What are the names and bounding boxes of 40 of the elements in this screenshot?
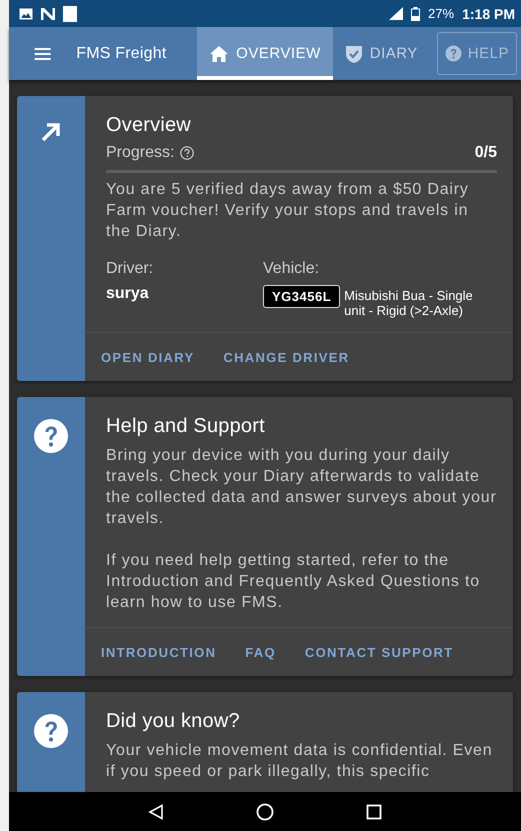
help-icon [33,418,69,454]
vehicle-label: Vehicle: [263,260,320,278]
card-text: Your vehicle movement data is confidential. Even if you speed or park illegally, this specific [106,741,494,782]
arrow-icon [40,121,62,143]
home-icon [210,46,228,62]
card-title: Overview [106,113,192,138]
help-icon[interactable] [180,146,194,160]
menu-icon[interactable] [32,48,54,60]
signal-icon [389,7,404,20]
license-plate: YG3456L [263,285,340,308]
recent-apps-icon[interactable] [366,804,382,820]
tab[interactable]: DIARY [332,27,430,80]
driver-name: surya [106,285,149,302]
card-text: If you need help getting started, refer to the Introduction and Frequently Asked Questions to learn how to use FMS. [106,551,481,613]
app-title: FMS Freight [76,44,168,62]
back-icon[interactable] [148,804,164,820]
tab[interactable]: OVERVIEW [197,27,333,80]
square-icon [63,6,77,22]
help-icon [33,713,69,749]
progress-count: 0/5 [474,144,497,162]
action-button[interactable]: OPEN DIARY [93,344,202,370]
shield-check-icon [346,44,362,62]
image-icon [19,8,33,20]
battery-level: 27% [428,6,454,21]
progress-label: Progress: [106,144,174,162]
battery-icon [411,6,420,20]
home-button-icon[interactable] [256,802,274,820]
n-logo-icon [41,8,55,20]
driver-label: Driver: [106,260,154,278]
action-button[interactable]: FAQ [237,638,284,666]
card-text: Bring your device with you during your daily travels. Check your Diary afterwards to validate the collected data and answer surveys about your travels. [106,446,497,529]
action-button[interactable]: CHANGE DRIVER [215,344,358,370]
card-title: Did you know? [106,709,241,734]
help-icon [444,45,462,62]
action-button[interactable]: INTRODUCTION [93,638,224,666]
card-title: Help and Support [106,414,266,439]
card-text: You are 5 verified days away from a $50 Dairy Farm voucher! Verify your stops and travels in the Diary. [106,180,470,242]
vehicle-description: Misubishi Bua - Single unit - Rigid (>2-Axle) [344,288,474,318]
clock: 1:18 PM [462,6,515,22]
action-button[interactable]: CONTACT SUPPORT [296,638,462,666]
